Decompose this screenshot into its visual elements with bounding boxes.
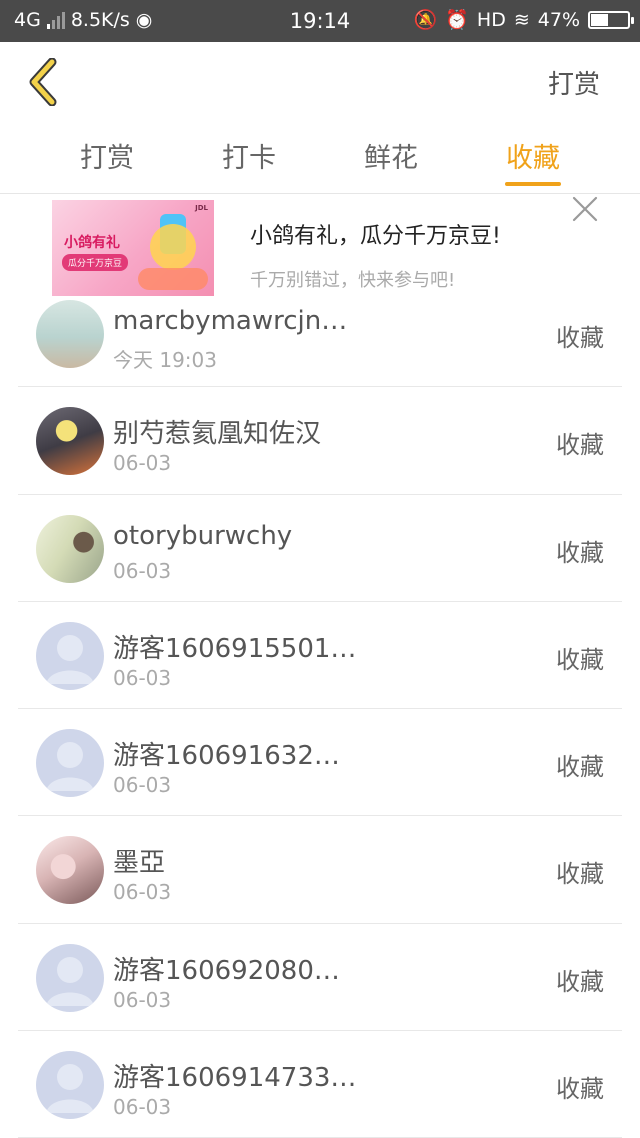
item-date: 06-03: [113, 880, 172, 905]
user-name: 游客160691632…: [113, 741, 340, 772]
action-label: 收藏: [556, 538, 604, 567]
wifi-icon: ≋: [513, 8, 530, 31]
chevron-left-icon: [29, 58, 57, 106]
list-item[interactable]: 别芍惹氦凰知佐汉 06-03 收藏: [0, 387, 640, 495]
item-date: 06-03: [113, 451, 172, 476]
alarm-icon: ⏰: [445, 8, 469, 31]
tab-favorites[interactable]: 收藏: [473, 136, 593, 194]
item-date: 06-03: [113, 1095, 172, 1120]
back-button[interactable]: [18, 54, 68, 110]
user-name: 游客1606914733…: [113, 1063, 357, 1094]
action-label: 收藏: [556, 324, 604, 352]
avatar[interactable]: [36, 407, 104, 476]
user-name: 墨亞: [113, 848, 166, 879]
tab-reward[interactable]: 打赏: [47, 136, 167, 194]
ad-image-title: 小鸽有礼: [64, 235, 120, 251]
tab-bar: 打赏 打卡 鲜花 收藏: [0, 122, 640, 194]
tab-flowers[interactable]: 鲜花: [331, 136, 451, 194]
status-bar: 4G 8.5K/s ◉ 19:14 🔕 ⏰ HD ≋ 47%: [0, 0, 640, 42]
item-date: 今天 19:03: [113, 348, 217, 372]
ad-logo: JDL: [195, 204, 208, 212]
user-name: otoryburwchy: [113, 520, 293, 551]
user-name: marcbymawrcjn…: [113, 306, 348, 336]
list-item[interactable]: 游客160691632… 06-03 收藏: [0, 709, 640, 817]
item-date: 06-03: [113, 987, 172, 1012]
action-label: 收藏: [556, 1075, 604, 1104]
battery-percent: 47%: [537, 9, 580, 31]
guest-avatar-icon[interactable]: [36, 943, 104, 1012]
list-item[interactable]: marcbymawrcjn… 今天 19:03 收藏: [0, 280, 640, 388]
action-label: 收藏: [556, 645, 604, 674]
tab-checkin[interactable]: 打卡: [189, 136, 309, 194]
list-item[interactable]: otoryburwchy 06-03 收藏: [0, 495, 640, 602]
nav-reward-button[interactable]: 打赏: [548, 64, 600, 101]
user-name: 游客160692080…: [113, 955, 340, 986]
list-item[interactable]: 墨亞 06-03 收藏: [0, 816, 640, 924]
avatar[interactable]: [36, 836, 104, 905]
action-label: 收藏: [556, 967, 604, 996]
close-icon[interactable]: [570, 194, 600, 224]
guest-avatar-icon[interactable]: [36, 729, 104, 798]
guest-avatar-icon[interactable]: [36, 1051, 104, 1120]
list-item[interactable]: 游客1606914733… 06-03 收藏: [0, 1031, 640, 1138]
action-label: 收藏: [556, 753, 604, 782]
mute-bell-icon: 🔕: [413, 8, 438, 31]
list-item[interactable]: 游客160692080… 06-03 收藏: [0, 924, 640, 1032]
battery-fill: [591, 14, 608, 26]
action-label: 收藏: [556, 431, 604, 460]
user-name: 别芍惹氦凰知佐汉: [113, 419, 322, 450]
nav-bar: 打赏: [0, 42, 640, 122]
hd-badge: HD: [476, 9, 506, 31]
action-label: 收藏: [556, 860, 604, 889]
item-date: 06-03: [113, 773, 172, 798]
ad-title: 小鸽有礼，瓜分千万京豆!: [250, 224, 501, 249]
ad-image-subtitle: 瓜分千万京豆: [62, 254, 129, 271]
avatar[interactable]: [36, 514, 104, 583]
favorites-list: marcbymawrcjn… 今天 19:03 收藏 别芍惹氦凰知佐汉 06-0…: [0, 280, 640, 1138]
guest-avatar-icon[interactable]: [36, 621, 104, 690]
status-right: 🔕 ⏰ HD ≋ 47%: [413, 8, 634, 31]
item-date: 06-03: [113, 558, 172, 583]
list-item[interactable]: 游客1606915501… 06-03 收藏: [0, 602, 640, 710]
avatar[interactable]: [36, 300, 104, 368]
item-date: 06-03: [113, 665, 172, 690]
battery-icon: [588, 11, 634, 29]
user-name: 游客1606915501…: [113, 633, 357, 664]
